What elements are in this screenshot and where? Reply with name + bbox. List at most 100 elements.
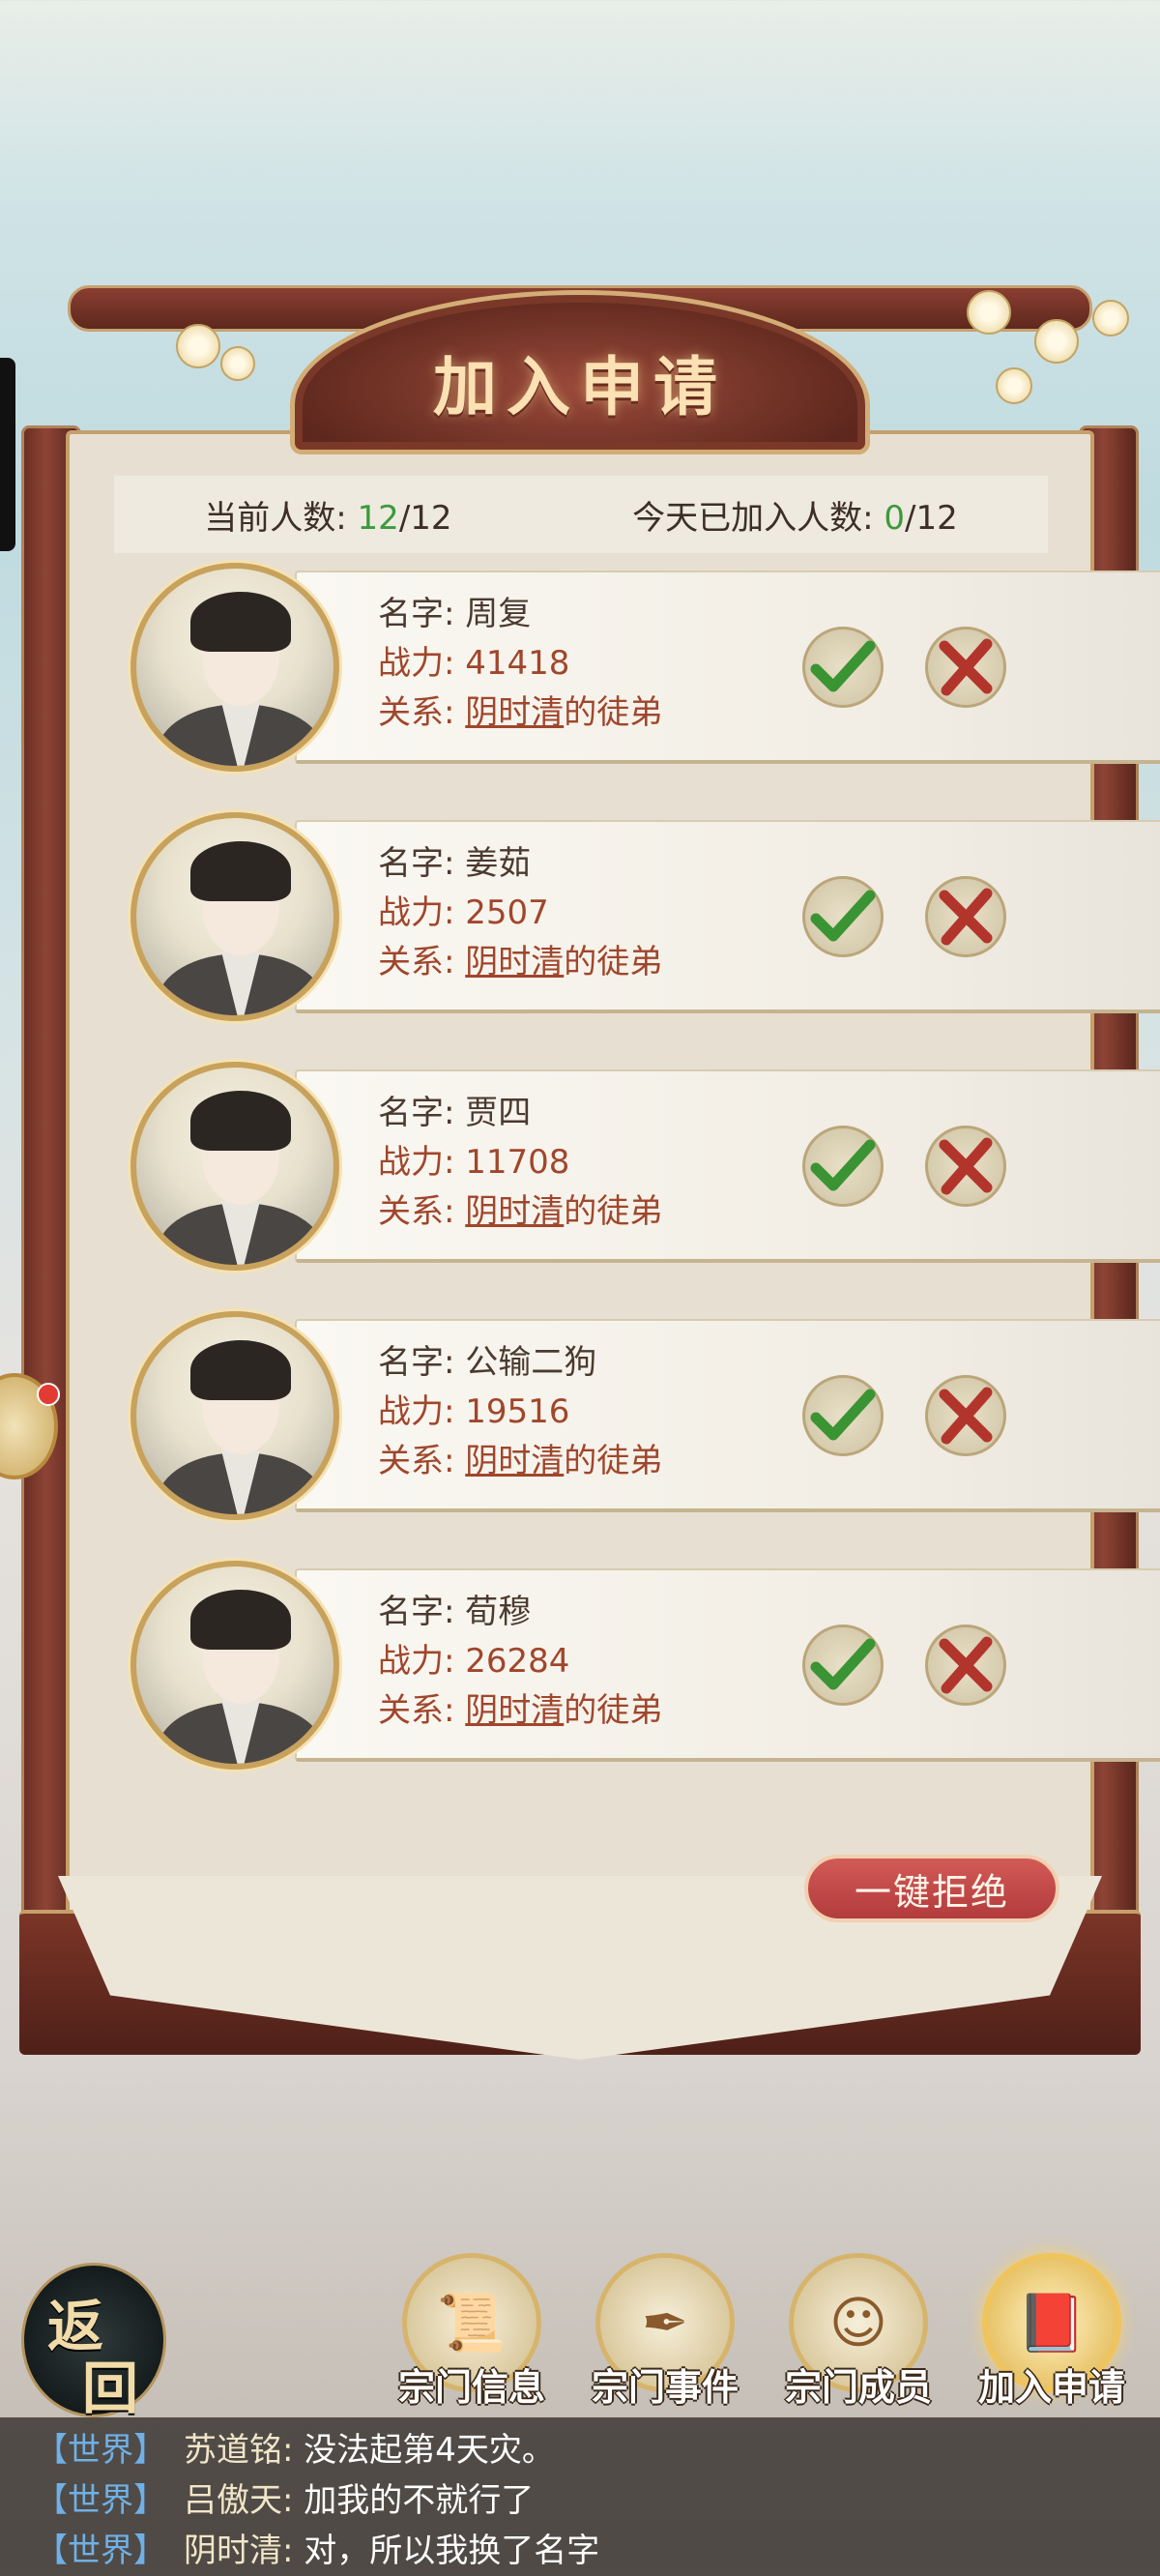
back-button[interactable]: 返 回: [21, 2263, 166, 2421]
accept-button[interactable]: [802, 627, 884, 708]
power-label: 战力:: [378, 1143, 466, 1182]
master-link[interactable]: 阴时清: [465, 1691, 564, 1730]
applicant-power-row: 战力: 19516: [378, 1388, 662, 1437]
master-link[interactable]: 阴时清: [465, 943, 564, 981]
chat-sender[interactable]: 阴时清:: [184, 2532, 293, 2570]
left-edge-tab[interactable]: [0, 358, 15, 551]
applicant-avatar[interactable]: [130, 1062, 339, 1271]
reject-button[interactable]: [925, 1625, 1006, 1706]
applicant-name: 姜茹: [465, 844, 532, 883]
nav-label: 宗门事件: [591, 2366, 739, 2409]
member-stats-bar: 当前人数: 12/12 今天已加入人数: 0/12: [114, 476, 1048, 553]
applicant-card: 名字: 周复 战力: 41418 关系: 阴时清的徒弟: [130, 561, 1160, 774]
applicant-avatar[interactable]: [130, 1311, 339, 1520]
applicant-avatar[interactable]: [130, 1561, 339, 1770]
reject-button[interactable]: [925, 1375, 1006, 1456]
applicant-name: 荀穆: [465, 1593, 532, 1631]
nav-sect-info[interactable]: 📜 宗门信息: [375, 2253, 568, 2427]
master-link[interactable]: 阴时清: [465, 1192, 564, 1231]
plum-blossom-icon: [220, 346, 255, 381]
applicant-power: 41418: [465, 644, 570, 683]
nav-join-requests[interactable]: 📕 加入申请: [955, 2253, 1148, 2427]
chat-sender[interactable]: 吕傲天:: [184, 2481, 293, 2520]
check-icon: [810, 1638, 876, 1690]
chat-sender[interactable]: 苏道铭:: [184, 2431, 293, 2470]
plum-blossom-icon: [176, 324, 220, 368]
applicant-card: 名字: 姜茹 战力: 2507 关系: 阴时清的徒弟: [130, 810, 1160, 1023]
applicant-name: 贾四: [465, 1094, 532, 1132]
name-label: 名字:: [378, 844, 466, 883]
applicant-power-row: 战力: 41418: [378, 639, 662, 688]
nav-sect-events[interactable]: ✒ 宗门事件: [568, 2253, 762, 2427]
applicant-card: 名字: 荀穆 战力: 26284 关系: 阴时清的徒弟: [130, 1559, 1160, 1771]
applicant-info: 名字: 周复 战力: 41418 关系: 阴时清的徒弟: [378, 590, 662, 738]
joined-today-max: /12: [905, 498, 958, 538]
reject-button[interactable]: [925, 1126, 1006, 1207]
relation-suffix: 的徒弟: [564, 1192, 663, 1231]
applicant-card: 名字: 贾四 战力: 11708 关系: 阴时清的徒弟: [130, 1060, 1160, 1273]
applicant-relation-row: 关系: 阴时清的徒弟: [378, 1187, 662, 1237]
reject-all-button[interactable]: 一键拒绝: [804, 1855, 1059, 1922]
cross-icon: [939, 638, 993, 696]
avatar-hair: [190, 1091, 291, 1151]
current-members-max: /12: [398, 498, 452, 538]
name-label: 名字:: [378, 1343, 466, 1382]
applicant-relation-row: 关系: 阴时清的徒弟: [378, 688, 662, 738]
applicant-name-row: 名字: 荀穆: [378, 1588, 662, 1637]
applicant-avatar[interactable]: [130, 812, 339, 1021]
name-label: 名字:: [378, 1094, 466, 1132]
accept-button[interactable]: [802, 1375, 884, 1456]
chat-channel: 【世界】: [35, 2481, 166, 2520]
applicant-power-row: 战力: 26284: [378, 1637, 662, 1686]
applicant-name-row: 名字: 贾四: [378, 1089, 662, 1138]
applicant-relation-row: 关系: 阴时清的徒弟: [378, 1686, 662, 1736]
applicant-info: 名字: 姜茹 战力: 2507 关系: 阴时清的徒弟: [378, 839, 662, 987]
accept-button[interactable]: [802, 1126, 884, 1207]
nav-label: 宗门信息: [397, 2366, 545, 2409]
cross-icon: [939, 1636, 993, 1694]
relation-label: 关系:: [378, 1691, 466, 1730]
power-label: 战力:: [378, 1642, 466, 1681]
chat-message: 加我的不就行了: [293, 2481, 535, 2520]
applicant-power: 26284: [465, 1642, 570, 1681]
reject-button[interactable]: [925, 627, 1006, 708]
notification-dot: [37, 1383, 60, 1406]
accept-button[interactable]: [802, 1625, 884, 1706]
cross-icon: [939, 1387, 993, 1445]
plum-blossom-icon: [1034, 319, 1079, 364]
check-icon: [810, 1389, 876, 1441]
applicant-avatar[interactable]: [130, 563, 339, 772]
relation-suffix: 的徒弟: [564, 943, 663, 981]
reject-button[interactable]: [925, 876, 1006, 957]
game-screen: 加入申请 当前人数: 12/12 今天已加入人数: 0/12 名字: 周复 战力…: [0, 0, 1160, 2576]
applicant-power-row: 战力: 2507: [378, 889, 662, 938]
current-members-value: 12: [357, 498, 399, 538]
power-label: 战力:: [378, 644, 466, 683]
chat-line: 【世界】 苏道铭: 没法起第4天灾。: [0, 2425, 1160, 2475]
plum-blossom-icon: [996, 367, 1032, 404]
applicant-info: 名字: 贾四 战力: 11708 关系: 阴时清的徒弟: [378, 1089, 662, 1237]
accept-button[interactable]: [802, 876, 884, 957]
plum-blossom-icon: [967, 290, 1011, 335]
avatar-hair: [190, 1590, 291, 1650]
applicant-relation-row: 关系: 阴时清的徒弟: [378, 938, 662, 987]
joined-today: 今天已加入人数: 0/12: [632, 491, 958, 539]
nav-label: 宗门成员: [784, 2366, 932, 2409]
nav-sect-members[interactable]: ☺ 宗门成员: [762, 2253, 955, 2427]
master-link[interactable]: 阴时清: [465, 693, 564, 732]
applicant-name: 周复: [465, 595, 532, 633]
joined-today-label: 今天已加入人数:: [632, 498, 884, 538]
relation-label: 关系:: [378, 1442, 466, 1480]
relation-suffix: 的徒弟: [564, 1691, 663, 1730]
world-chat[interactable]: 【世界】 苏道铭: 没法起第4天灾。 【世界】 吕傲天: 加我的不就行了 【世界】阴…: [0, 2417, 1160, 2576]
applicant-power: 2507: [465, 893, 549, 932]
chat-message: 没法起第4天灾。: [293, 2431, 555, 2470]
relation-suffix: 的徒弟: [564, 693, 663, 732]
plum-blossom-icon: [1092, 300, 1129, 337]
cross-icon: [939, 1137, 993, 1195]
relation-label: 关系:: [378, 693, 466, 732]
name-label: 名字:: [378, 595, 466, 633]
master-link[interactable]: 阴时清: [465, 1442, 564, 1480]
applicant-power: 11708: [465, 1143, 570, 1182]
relation-suffix: 的徒弟: [564, 1442, 663, 1480]
